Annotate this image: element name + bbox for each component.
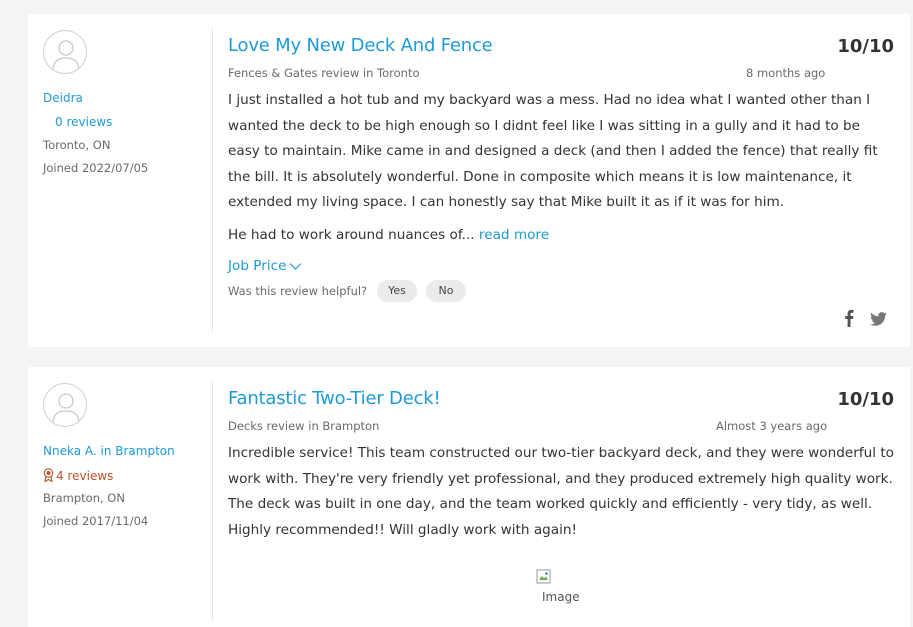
review-body: Incredible service! This team constructe…: [228, 445, 894, 538]
job-price-label: Job Price: [228, 258, 287, 274]
review-score: 10/10: [837, 389, 894, 410]
twitter-icon[interactable]: [870, 311, 887, 330]
review-score: 10/10: [837, 36, 894, 57]
review-photo[interactable]: Image: [536, 569, 596, 609]
facebook-icon[interactable]: [844, 309, 854, 331]
review-category: Fences & Gates review in Toronto: [228, 66, 420, 80]
review-excerpt: He had to work around nuances of... read…: [228, 227, 549, 243]
reviewer-name[interactable]: Deidra: [43, 91, 83, 105]
review-title[interactable]: Love My New Deck And Fence: [228, 35, 493, 56]
reviewer-review-count[interactable]: 0 reviews: [43, 115, 112, 129]
user-avatar-icon: [43, 30, 87, 74]
reviewer-location: Brampton, ON: [43, 491, 125, 505]
helpful-yes-button[interactable]: Yes: [377, 280, 417, 302]
divider: [212, 28, 213, 332]
reviewer-review-count-text: 4 reviews: [56, 469, 114, 483]
reviewer-joined: Joined 2022/07/05: [43, 161, 149, 175]
chevron-down-icon: [290, 263, 302, 270]
reviewer-location: Toronto, ON: [43, 138, 111, 152]
user-avatar-icon: [43, 383, 87, 427]
read-more-link[interactable]: read more: [479, 227, 549, 243]
reviewer-name[interactable]: Nneka A. in Brampton: [43, 444, 175, 458]
reviewer-badge-icon: [43, 468, 54, 482]
divider: [212, 381, 213, 621]
review-body: I just installed a hot tub and my backya…: [228, 92, 878, 210]
helpful-prompt: Was this review helpful?: [228, 284, 368, 298]
image-alt-text: Image: [542, 590, 580, 604]
helpful-no-button[interactable]: No: [426, 280, 466, 302]
reviewer-joined: Joined 2017/11/04: [43, 514, 149, 528]
review-title[interactable]: Fantastic Two-Tier Deck!: [228, 388, 441, 409]
reviewer-review-count[interactable]: 4 reviews: [43, 468, 113, 483]
review-excerpt-text: He had to work around nuances of...: [228, 227, 479, 243]
review-date: Almost 3 years ago: [716, 419, 828, 433]
review-category: Decks review in Brampton: [228, 419, 380, 433]
review-card: Nneka A. in Brampton 4 reviews Brampton,…: [28, 367, 910, 627]
review-date: 8 months ago: [746, 66, 826, 80]
broken-image-icon: [536, 569, 551, 584]
job-price-toggle[interactable]: Job Price: [228, 258, 302, 274]
review-card: Deidra 0 reviews Toronto, ON Joined 2022…: [28, 14, 910, 347]
